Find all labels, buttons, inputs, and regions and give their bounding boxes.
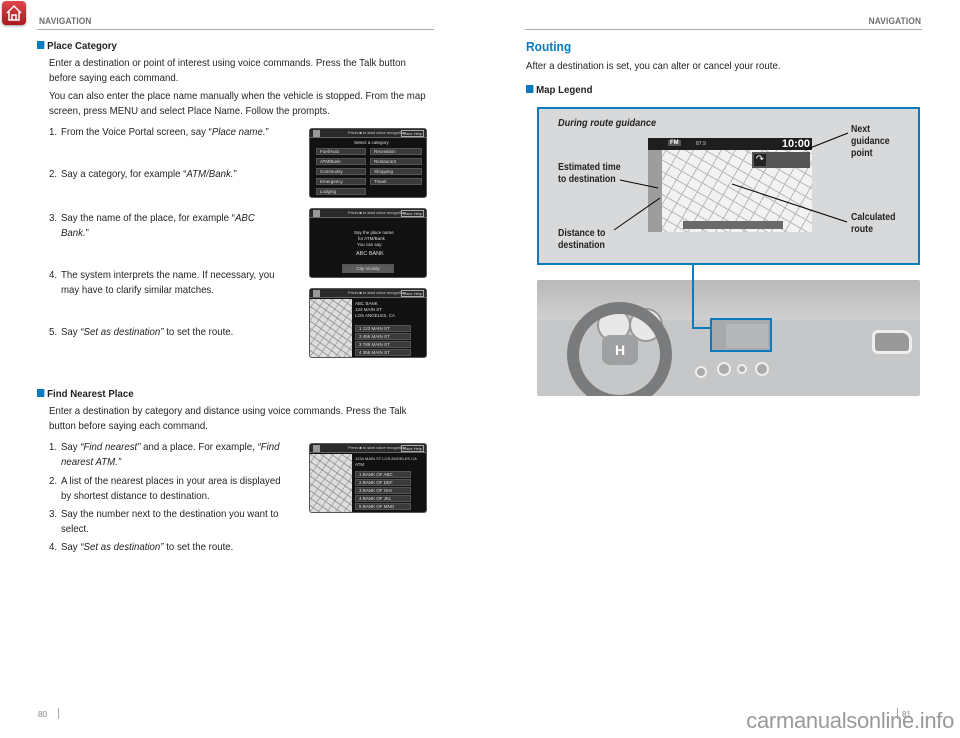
callout-next-guidance: Next guidance point [851, 124, 890, 159]
callout-calculated-route: Calculated route [851, 212, 896, 235]
page-number-right: 81 [902, 710, 911, 719]
page-number-left: 80 [38, 710, 47, 719]
nav-screen-highlight [710, 318, 772, 352]
knob-right [755, 362, 769, 376]
honda-logo: H [602, 335, 638, 365]
dashboard-illustration: H [537, 280, 920, 396]
knob-left [717, 362, 731, 376]
page-divider [58, 708, 59, 719]
callout-line-distance [613, 197, 661, 231]
connector-line [692, 265, 694, 328]
air-vent [872, 330, 912, 354]
callout-estimated-time: Estimated time to destination [558, 162, 621, 185]
callout-line-calculated-route [731, 183, 848, 223]
callout-distance: Distance to destination [558, 228, 606, 251]
watermark: carmanualsonline.info [746, 708, 954, 733]
knob-center [737, 364, 747, 374]
connector-line [692, 327, 712, 329]
callout-line-next-guidance [804, 132, 849, 151]
start-button [695, 366, 707, 378]
